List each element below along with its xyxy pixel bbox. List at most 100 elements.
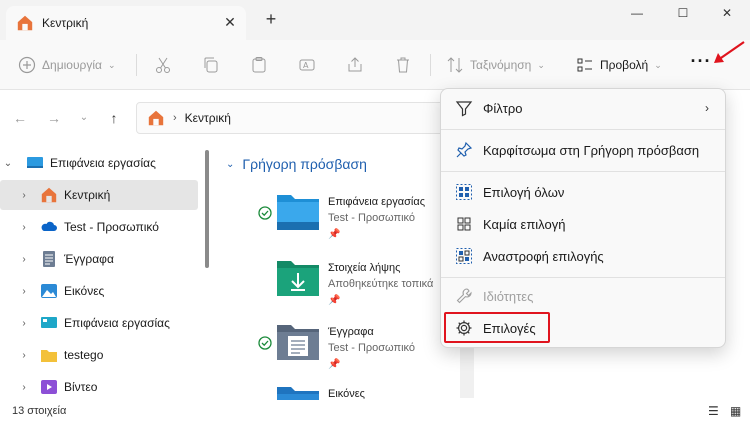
select-none-icon xyxy=(457,217,471,231)
desktop-icon xyxy=(27,157,43,168)
new-label: Δημιουργία xyxy=(42,58,102,72)
menu-item-invert-selection[interactable]: Αναστροφή επιλογής xyxy=(445,241,723,271)
sidebar-item-label: Βίντεο xyxy=(64,380,98,394)
sidebar-item-desktop-root[interactable]: ⌄ Επιφάνεια εργασίας xyxy=(0,148,198,178)
menu-item-select-all[interactable]: Επιλογή όλων xyxy=(445,177,723,207)
new-button[interactable]: Δημιουργία ⌄ xyxy=(18,52,115,78)
menu-item-pin[interactable]: Καρφίτσωμα στη Γρήγορη πρόσβαση xyxy=(445,135,723,165)
menu-label: Φίλτρο xyxy=(483,100,523,116)
sidebar-item-label: Επιφάνεια εργασίας xyxy=(50,156,156,170)
quick-access-item[interactable]: Στοιχεία λήψης Αποθηκεύτηκε τοπικά 📌 xyxy=(254,258,464,318)
section-title: Γρήγορη πρόσβαση xyxy=(242,156,367,172)
paste-button[interactable] xyxy=(250,52,268,78)
quick-access-item[interactable]: Έγγραφα Test - Προσωπικό 📌 xyxy=(254,322,464,382)
up-button[interactable]: ↑ xyxy=(104,108,124,128)
sidebar-item-documents[interactable]: › Έγγραφα xyxy=(0,244,198,274)
menu-divider xyxy=(441,277,725,278)
chevron-right-icon[interactable]: › xyxy=(16,286,32,297)
menu-divider xyxy=(441,129,725,130)
quick-access-header[interactable]: ⌄ Γρήγορη πρόσβαση xyxy=(226,156,367,172)
copy-button[interactable] xyxy=(202,52,220,78)
new-tab-button[interactable]: + xyxy=(262,10,280,28)
sidebar-item-label: testego xyxy=(64,348,104,362)
forward-button[interactable]: → xyxy=(44,108,64,128)
pictures-folder-icon xyxy=(277,387,319,400)
share-button[interactable] xyxy=(346,52,364,78)
quick-access-item[interactable]: Επιφάνεια εργασίας Test - Προσωπικό 📌 xyxy=(254,192,464,252)
sidebar-item-onedrive[interactable]: › Test - Προσωπικό xyxy=(0,212,198,242)
chevron-right-icon[interactable]: › xyxy=(16,222,32,233)
menu-label: Ιδιότητες xyxy=(483,288,534,304)
menu-label: Καμία επιλογή xyxy=(483,216,566,232)
copy-icon xyxy=(204,57,218,73)
sidebar-item-testego[interactable]: › testego xyxy=(0,340,198,370)
chevron-right-icon: › xyxy=(705,101,709,115)
desktop-folder-icon xyxy=(277,195,319,230)
document-icon xyxy=(43,251,55,267)
item-count: 13 στοιχεία xyxy=(12,405,67,417)
pin-icon: 📌 xyxy=(328,295,341,306)
chevron-down-icon: ⌄ xyxy=(226,158,235,170)
chevron-right-icon[interactable]: › xyxy=(16,350,32,361)
menu-label: Καρφίτσωμα στη Γρήγορη πρόσβαση xyxy=(483,142,700,158)
tab-home[interactable]: Κεντρική ✕ xyxy=(6,6,246,40)
view-button[interactable]: Προβολή ⌄ xyxy=(576,52,662,78)
item-name: Εικόνες xyxy=(328,388,365,400)
chevron-right-icon[interactable]: › xyxy=(16,318,32,329)
details-view-icon[interactable]: ☰ xyxy=(708,405,722,417)
select-all-icon xyxy=(456,184,472,200)
sidebar-item-home[interactable]: › Κεντρική xyxy=(0,180,198,210)
item-location: Test - Προσωπικό xyxy=(328,342,416,354)
chevron-right-icon[interactable]: › xyxy=(16,382,32,393)
chevron-down-icon: ⌄ xyxy=(107,59,116,70)
folder-icon xyxy=(41,350,57,362)
address-path: Κεντρική xyxy=(184,111,231,125)
command-bar: Δημιουργία ⌄ A Ταξινόμηση ⌄ Προβολή ⌄ ··… xyxy=(0,40,750,90)
sidebar-item-label: Επιφάνεια εργασίας xyxy=(64,316,170,330)
chevron-right-icon[interactable]: › xyxy=(16,254,32,265)
address-bar[interactable]: › Κεντρική xyxy=(136,102,466,134)
video-icon xyxy=(41,380,57,394)
quick-access-item[interactable]: Εικόνες xyxy=(254,384,464,400)
chevron-down-icon[interactable]: ⌄ xyxy=(0,158,16,169)
tiles-view-icon[interactable]: ▦ xyxy=(730,405,744,417)
rename-button[interactable]: A xyxy=(298,52,316,78)
more-options-menu: Φίλτρο › Καρφίτσωμα στη Γρήγορη πρόσβαση… xyxy=(440,88,726,348)
navigation-pane: ⌄ Επιφάνεια εργασίας › Κεντρική › Test -… xyxy=(0,146,212,398)
filter-icon xyxy=(455,101,473,117)
menu-item-filter[interactable]: Φίλτρο › xyxy=(445,93,723,123)
divider xyxy=(136,54,137,76)
back-button[interactable]: ← xyxy=(10,108,30,128)
home-icon xyxy=(148,110,164,126)
chevron-right-icon[interactable]: › xyxy=(16,190,32,201)
cut-button[interactable] xyxy=(154,52,172,78)
synced-check-icon xyxy=(258,336,272,350)
recent-locations-button[interactable]: ⌄ xyxy=(74,108,94,128)
title-bar: Κεντρική ✕ + — ☐ ✕ xyxy=(0,0,750,40)
sidebar-item-pictures[interactable]: › Εικόνες xyxy=(0,276,198,306)
minimize-button[interactable]: — xyxy=(614,0,660,26)
item-name: Επιφάνεια εργασίας xyxy=(328,196,426,208)
sidebar-scrollbar[interactable] xyxy=(205,150,209,268)
menu-item-select-none[interactable]: Καμία επιλογή xyxy=(445,209,723,239)
sort-button[interactable]: Ταξινόμηση ⌄ xyxy=(446,52,545,78)
trash-icon xyxy=(397,57,409,73)
close-tab-icon[interactable]: ✕ xyxy=(222,14,238,30)
documents-folder-icon xyxy=(277,325,319,360)
sidebar-item-desktop[interactable]: › Επιφάνεια εργασίας xyxy=(0,308,198,338)
delete-button[interactable] xyxy=(394,52,412,78)
sort-label: Ταξινόμηση xyxy=(470,58,532,72)
menu-divider xyxy=(441,171,725,172)
home-icon xyxy=(41,187,57,203)
chevron-right-icon: › xyxy=(173,112,177,124)
maximize-button[interactable]: ☐ xyxy=(660,0,706,26)
pin-icon: 📌 xyxy=(328,359,341,370)
sidebar-item-label: Εικόνες xyxy=(64,284,105,298)
paste-icon xyxy=(252,57,266,73)
svg-text:A: A xyxy=(303,61,309,70)
downloads-folder-icon xyxy=(277,261,319,296)
close-window-button[interactable]: ✕ xyxy=(704,0,750,26)
sidebar-item-videos[interactable]: › Βίντεο xyxy=(0,372,198,402)
wrench-icon xyxy=(456,288,472,304)
synced-check-icon xyxy=(258,206,272,220)
